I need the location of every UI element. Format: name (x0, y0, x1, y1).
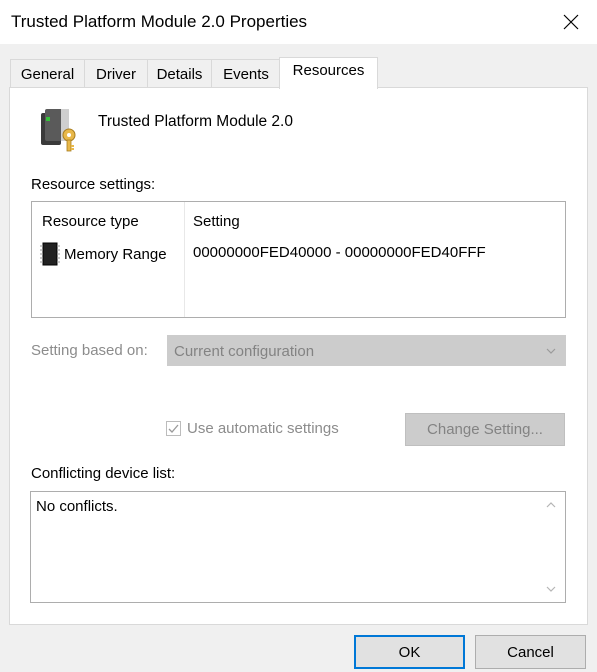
conflicting-device-list-label: Conflicting device list: (31, 465, 176, 482)
setting-based-on-label: Setting based on: (31, 342, 148, 359)
device-name: Trusted Platform Module 2.0 (98, 113, 293, 130)
tab-details[interactable]: Details (147, 59, 212, 88)
scroll-up-arrow-icon[interactable] (546, 500, 556, 510)
ok-button[interactable]: OK (354, 635, 465, 669)
column-header-setting[interactable]: Setting (193, 213, 240, 230)
chevron-down-icon (546, 348, 556, 354)
cancel-button[interactable]: Cancel (475, 635, 586, 669)
dropdown-value: Current configuration (174, 343, 315, 360)
column-header-resource-type[interactable]: Resource type (42, 213, 139, 230)
memory-chip-icon (40, 242, 60, 266)
window-title: Trusted Platform Module 2.0 Properties (11, 12, 308, 31)
tab-driver[interactable]: Driver (84, 59, 148, 88)
setting-based-on-dropdown[interactable]: Current configuration (167, 335, 566, 366)
automatic-settings-checkbox[interactable] (166, 421, 181, 436)
tab-events[interactable]: Events (211, 59, 281, 88)
conflict-text: No conflicts. (36, 498, 118, 515)
title-bar: Trusted Platform Module 2.0 Properties (0, 0, 597, 44)
tpm-device-icon (36, 107, 80, 157)
automatic-settings-label: Use automatic settings (187, 420, 339, 437)
list-item[interactable]: Memory Range (40, 242, 167, 266)
checkmark-icon (168, 424, 179, 433)
conflicting-device-list[interactable]: No conflicts. (30, 491, 566, 603)
tab-general[interactable]: General (10, 59, 85, 88)
close-icon (563, 14, 579, 30)
column-divider (184, 202, 185, 317)
resource-type-cell: Memory Range (64, 245, 167, 263)
tab-resources[interactable]: Resources (279, 57, 378, 89)
change-setting-button[interactable]: Change Setting... (405, 413, 565, 446)
resource-settings-label: Resource settings: (31, 176, 156, 193)
tab-strip: General Driver Details Events Resources (10, 57, 590, 89)
close-button[interactable] (548, 0, 594, 44)
automatic-settings-option[interactable]: Use automatic settings (166, 420, 339, 437)
setting-cell: 00000000FED40000 - 00000000FED40FFF (193, 244, 486, 261)
resource-list[interactable]: Resource type Setting Memory Range 00000… (31, 201, 566, 318)
scroll-down-arrow-icon[interactable] (546, 584, 556, 594)
